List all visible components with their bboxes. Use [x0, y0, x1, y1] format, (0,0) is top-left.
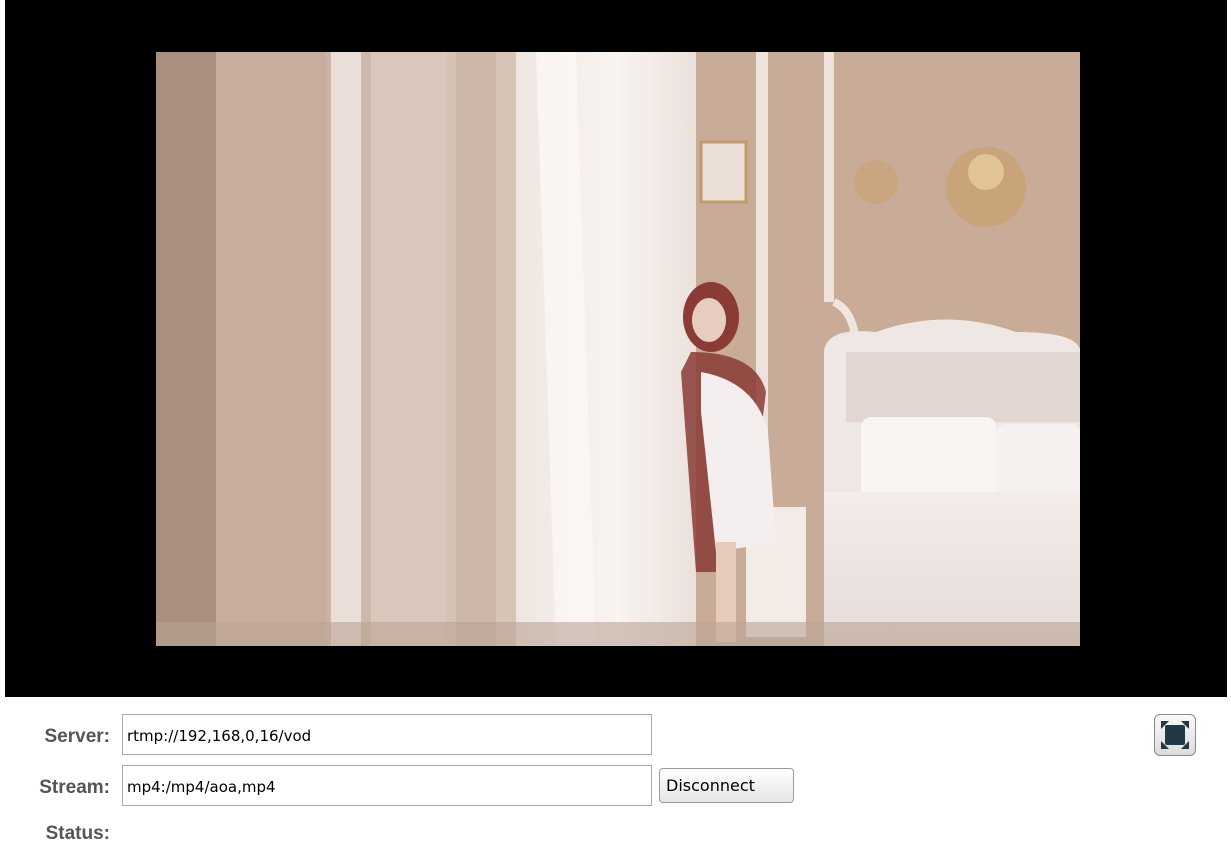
status-label: Status: — [45, 823, 110, 844]
fullscreen-icon — [1161, 721, 1189, 749]
server-input[interactable] — [122, 714, 652, 755]
video-player[interactable] — [5, 0, 1227, 697]
server-label: Server: — [44, 726, 111, 747]
video-frame — [156, 52, 1080, 646]
disconnect-button[interactable]: Disconnect — [659, 768, 794, 803]
fullscreen-button[interactable] — [1154, 714, 1196, 756]
stream-input[interactable] — [122, 765, 652, 806]
stream-label: Stream: — [39, 777, 110, 798]
